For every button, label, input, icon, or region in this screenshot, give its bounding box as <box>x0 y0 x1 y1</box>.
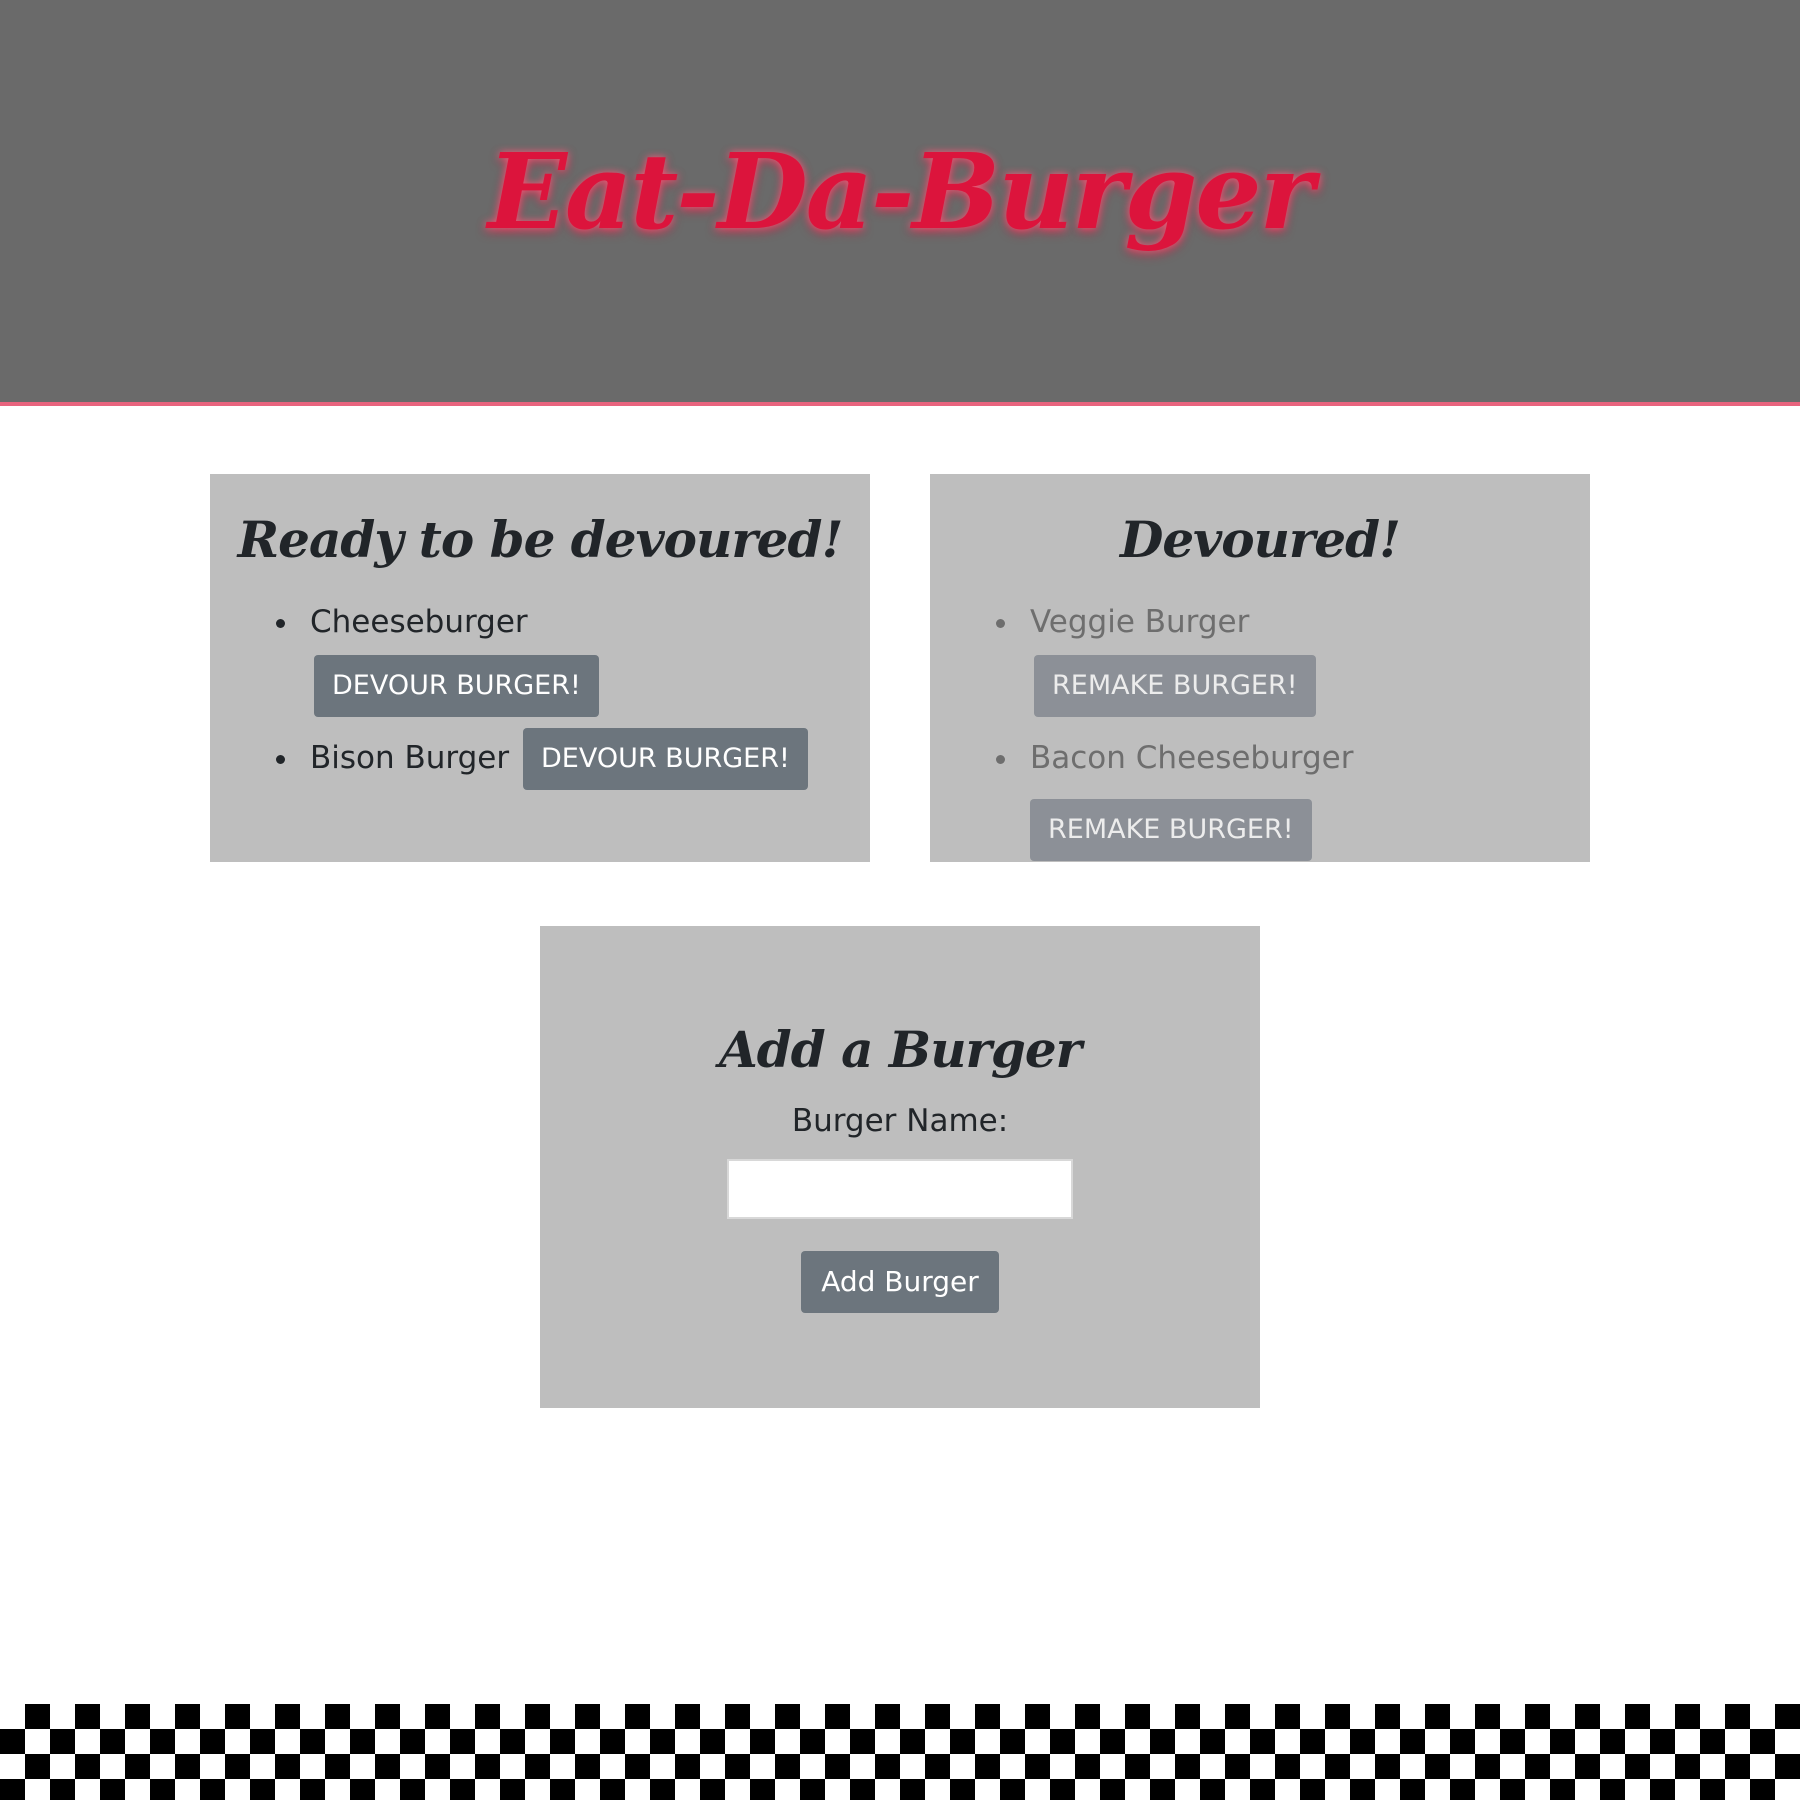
devoured-panel-title: Devoured! <box>1120 510 1401 569</box>
list-item: Bison Burger DEVOUR BURGER! <box>276 727 820 790</box>
burger-name-input[interactable] <box>727 1159 1073 1219</box>
add-button-row: Add Burger <box>540 1251 1260 1313</box>
add-burger-panel: Add a Burger Burger Name: Add Burger <box>540 926 1260 1408</box>
checkered-footer <box>0 1704 1800 1800</box>
list-item: Bacon Cheeseburger REMAKE BURGER! <box>996 727 1540 861</box>
burger-name-label: Burger Name: <box>791 1103 1009 1139</box>
devour-burger-button[interactable]: DEVOUR BURGER! <box>314 654 599 717</box>
remake-burger-button[interactable]: REMAKE BURGER! <box>1030 798 1312 861</box>
add-burger-button[interactable]: Add Burger <box>801 1251 999 1313</box>
ready-to-devour-panel: Ready to be devoured! Cheeseburger DEVOU… <box>210 474 870 862</box>
devoured-panel: Devoured! Veggie Burger REMAKE BURGER! B… <box>930 474 1590 862</box>
remake-burger-button[interactable]: REMAKE BURGER! <box>1034 654 1316 717</box>
ready-burger-list: Cheeseburger DEVOUR BURGER! Bison Burger… <box>210 591 870 790</box>
burger-name: Cheeseburger <box>310 604 528 640</box>
devoured-burger-list: Veggie Burger REMAKE BURGER! Bacon Chees… <box>930 591 1590 861</box>
list-item: Veggie Burger REMAKE BURGER! <box>996 591 1540 717</box>
list-item: Cheeseburger DEVOUR BURGER! <box>276 591 820 717</box>
ready-panel-title: Ready to be devoured! <box>237 510 844 569</box>
site-title: Eat-Da-Burger <box>487 130 1315 253</box>
site-header: Eat-Da-Burger <box>0 0 1800 406</box>
devour-burger-button[interactable]: DEVOUR BURGER! <box>522 728 808 790</box>
burger-name: Bacon Cheeseburger <box>1030 739 1354 776</box>
burger-name: Bison Burger <box>310 739 510 776</box>
burger-name: Veggie Burger <box>1030 604 1250 640</box>
add-burger-title: Add a Burger <box>719 1020 1082 1079</box>
